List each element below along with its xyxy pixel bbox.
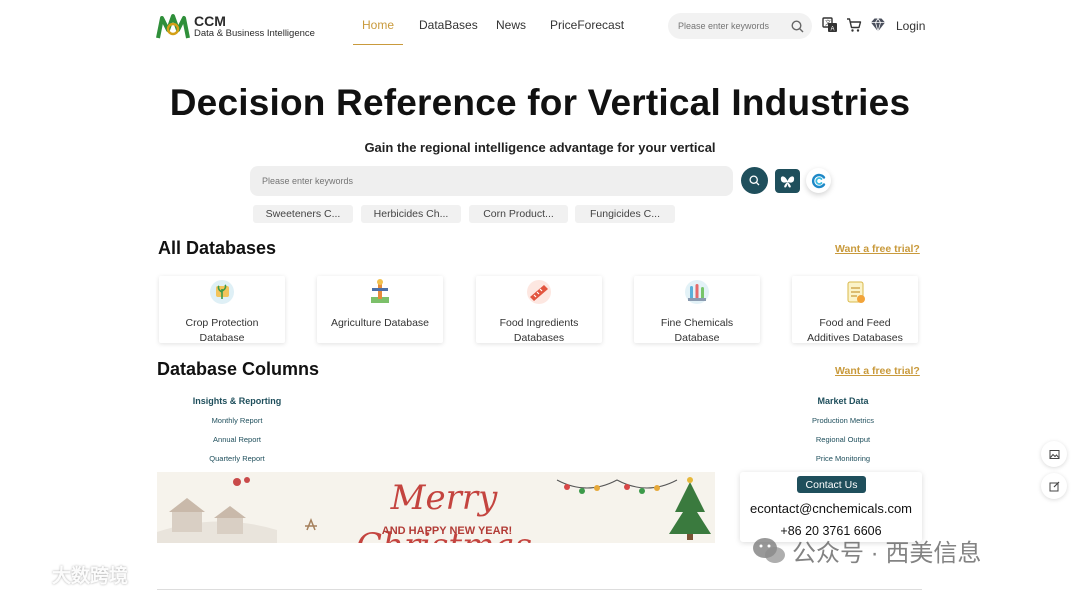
suggestion-chip[interactable]: Herbicides Ch... — [361, 205, 461, 223]
food-feed-icon — [847, 281, 865, 303]
image-icon — [1049, 449, 1059, 459]
search-icon — [749, 175, 760, 186]
database-card-label: Database — [199, 332, 245, 344]
column-link-monthly-report[interactable]: Monthly Report — [167, 416, 307, 425]
watermark-left-text: 大数跨境 — [52, 566, 129, 587]
translate-icon[interactable]: 文 A — [822, 17, 838, 33]
search-icon[interactable] — [791, 19, 804, 33]
ai-assistant-button[interactable] — [806, 168, 831, 193]
free-trial-link[interactable]: Want a free trial? — [835, 243, 920, 255]
hero-subtitle: Gain the regional intelligence advantage… — [364, 140, 716, 155]
nav-priceforecast[interactable]: PriceForecast — [550, 18, 624, 32]
database-columns-title: Database Columns — [157, 359, 320, 379]
database-card-label: Fine Chemicals — [660, 317, 734, 329]
edit-icon — [1049, 481, 1059, 491]
food-ingredients-icon — [527, 280, 551, 304]
logo-title: CCM — [194, 12, 226, 29]
database-card-label: Crop Protection — [185, 317, 259, 329]
database-card-food-feed[interactable]: Food and Feed Additives Databases — [792, 276, 918, 344]
brand-logo[interactable]: CCM Data & Business Intelligence — [156, 12, 315, 40]
main-search-box — [250, 166, 733, 196]
watermark-right-text: 公众号 · 西美信息 — [792, 540, 982, 567]
insights-heading: Insights & Reporting — [192, 396, 282, 406]
logo-subtitle: Data & Business Intelligence — [194, 27, 315, 39]
cart-icon[interactable] — [846, 17, 862, 33]
edit-tool-button[interactable] — [1041, 473, 1067, 499]
header-search — [668, 13, 812, 39]
nav-news[interactable]: News — [496, 18, 526, 32]
database-card-label: Additives Databases — [807, 332, 903, 344]
free-trial-link[interactable]: Want a free trial? — [835, 365, 920, 377]
christmas-banner[interactable]: Merry Christmas AND HAPPY NEW YEAR! — [157, 472, 715, 543]
banner-subline: AND HAPPY NEW YEAR! — [381, 525, 513, 537]
nav-home[interactable]: Home — [353, 18, 403, 45]
hero-title: Decision Reference for Vertical Industri… — [169, 82, 911, 123]
database-card-label: Database — [674, 332, 720, 344]
database-card-label: Agriculture Database — [330, 317, 430, 329]
fine-chemicals-icon — [685, 280, 709, 304]
contact-card: Contact Us econtact@cnchemicals.com +86 … — [740, 472, 922, 542]
column-link-price-monitoring[interactable]: Price Monitoring — [773, 454, 913, 463]
agriculture-icon — [371, 279, 389, 303]
footer-divider — [157, 589, 922, 590]
ai-assistant-icon — [811, 173, 825, 188]
database-card-label: Food and Feed — [819, 317, 891, 329]
database-card-crop-protection[interactable]: Crop Protection Database — [159, 276, 285, 344]
nav-databases[interactable]: DataBases — [419, 18, 478, 32]
watermark-logo-icon — [8, 565, 46, 584]
suggestion-chip[interactable]: Corn Product... — [469, 205, 568, 223]
image-tool-button[interactable] — [1041, 441, 1067, 467]
watermark-right: 公众号 · 西美信息 — [752, 533, 981, 568]
diamond-icon[interactable] — [870, 17, 886, 33]
database-card-food-ingredients[interactable]: Food Ingredients Databases — [476, 276, 602, 344]
database-card-label: Food Ingredients — [499, 317, 579, 329]
all-databases-title: All Databases — [158, 238, 277, 258]
butterfly-button[interactable] — [775, 169, 800, 193]
suggestion-chip[interactable]: Sweeteners C... — [253, 205, 353, 223]
column-link-production-metrics[interactable]: Production Metrics — [773, 416, 913, 425]
column-link-regional-output[interactable]: Regional Output — [773, 435, 913, 444]
crop-protection-icon — [210, 280, 234, 304]
column-link-annual-report[interactable]: Annual Report — [167, 435, 307, 444]
main-search-button[interactable] — [741, 167, 768, 194]
header-search-input[interactable] — [676, 20, 790, 32]
database-card-agriculture[interactable]: Agriculture Database — [317, 276, 443, 343]
database-card-label: Databases — [513, 332, 565, 344]
watermark-left: 大数跨境 — [8, 561, 128, 588]
wechat-icon — [753, 537, 785, 563]
main-search-input[interactable] — [260, 175, 733, 187]
login-link[interactable]: Login — [896, 19, 925, 33]
butterfly-icon — [780, 175, 795, 188]
contact-us-button[interactable]: Contact Us — [797, 476, 866, 493]
svg-text:A: A — [831, 27, 835, 33]
ccm-logo-icon — [156, 14, 190, 39]
market-data-heading: Market Data — [817, 396, 869, 406]
column-link-quarterly-report[interactable]: Quarterly Report — [167, 454, 307, 463]
database-card-fine-chemicals[interactable]: Fine Chemicals Database — [634, 276, 760, 344]
suggestion-chip[interactable]: Fungicides C... — [575, 205, 675, 223]
contact-email[interactable]: econtact@cnchemicals.com — [740, 501, 922, 516]
